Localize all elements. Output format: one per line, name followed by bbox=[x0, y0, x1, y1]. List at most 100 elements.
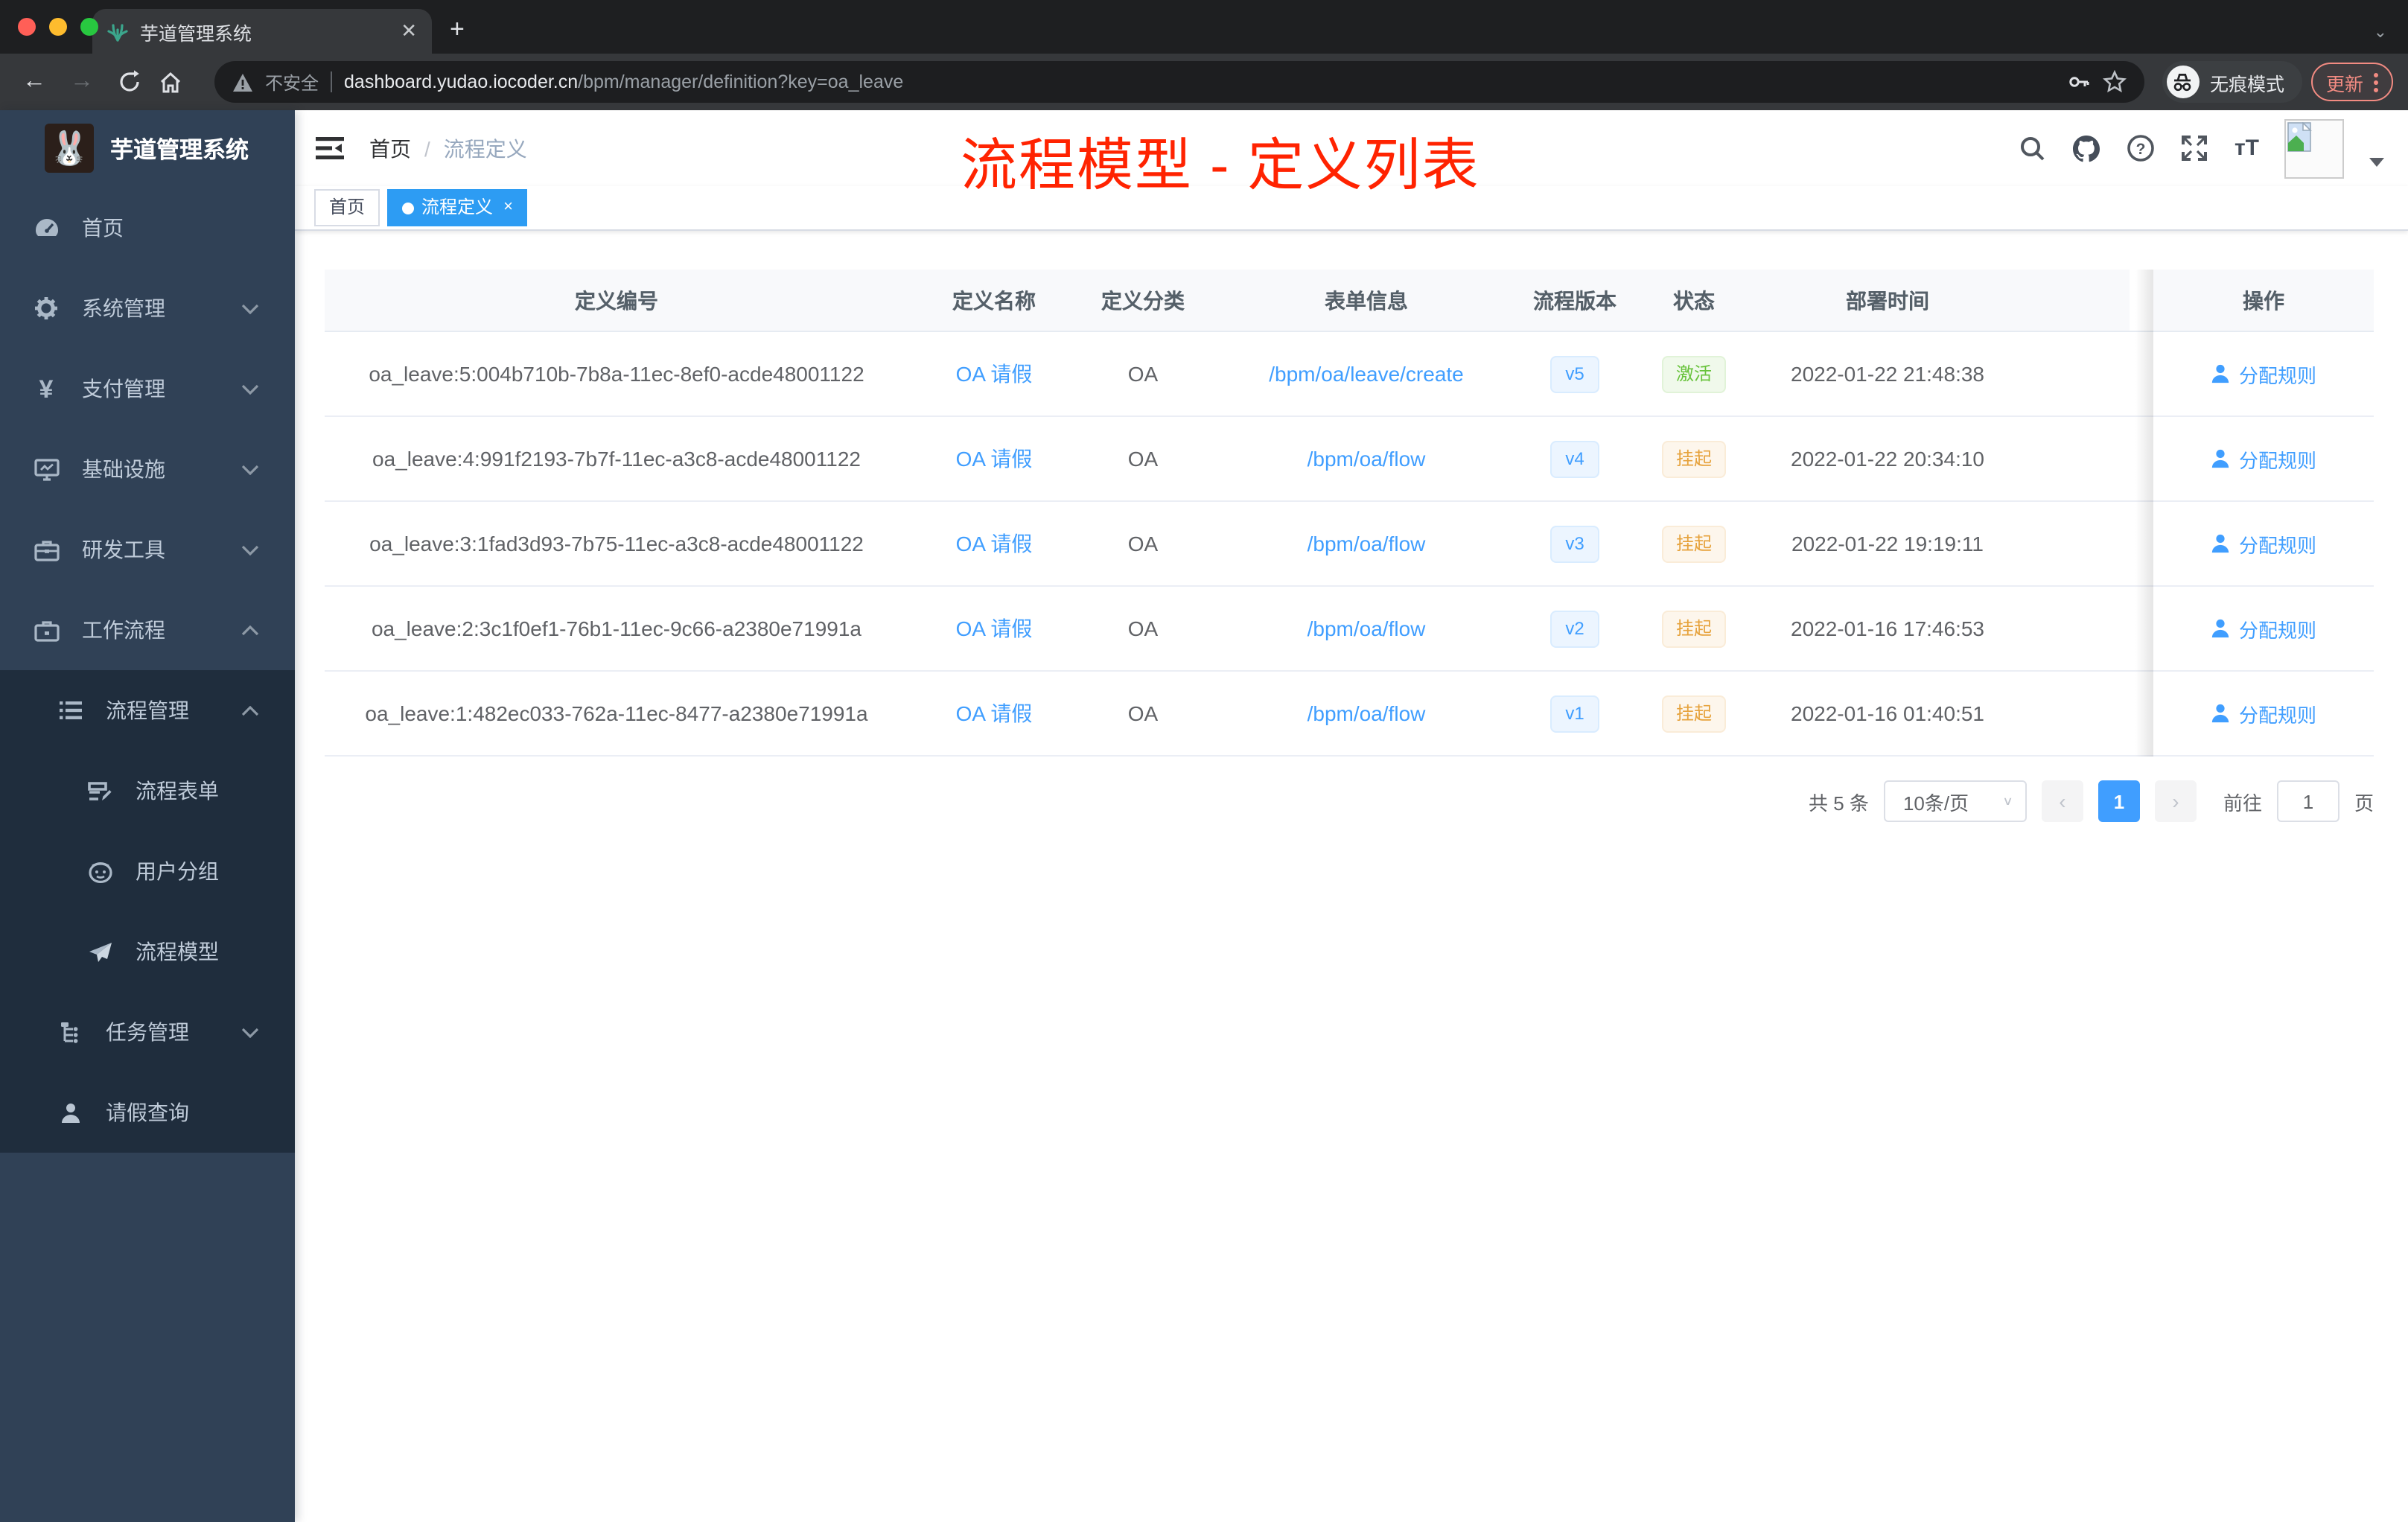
form-info-link[interactable]: /bpm/oa/flow bbox=[1307, 447, 1426, 471]
table-row: oa_leave:4:991f2193-7b7f-11ec-a3c8-acde4… bbox=[325, 417, 2374, 502]
yen-icon: ¥ bbox=[39, 375, 54, 403]
search-icon[interactable] bbox=[2020, 135, 2047, 162]
form-info-link[interactable]: /bpm/oa/flow bbox=[1307, 617, 1426, 640]
sidebar-item-label: 流程表单 bbox=[136, 779, 219, 803]
column-header-操作: 操作 bbox=[2153, 270, 2374, 332]
tab-title: 芋道管理系统 bbox=[140, 23, 252, 44]
incognito-label: 无痕模式 bbox=[2209, 74, 2284, 95]
assign-user-icon bbox=[2211, 448, 2232, 469]
robot-icon bbox=[86, 860, 113, 882]
browser-toolbar: ← → 不安全 dashboard.yudao.iocoder.cn/bpm/m… bbox=[0, 54, 2408, 110]
sidebar-item-label: 支付管理 bbox=[82, 377, 165, 401]
url-bar[interactable]: 不安全 dashboard.yudao.iocoder.cn/bpm/manag… bbox=[214, 61, 2144, 103]
minimize-window-button[interactable] bbox=[49, 18, 67, 36]
form-info-link[interactable]: /bpm/oa/flow bbox=[1307, 701, 1426, 725]
chevron-down-icon bbox=[241, 383, 259, 394]
sidebar-item-支付管理[interactable]: ¥ 支付管理 bbox=[0, 348, 295, 429]
breadcrumb: 首页 / 流程定义 bbox=[369, 133, 527, 163]
cell-category: OA bbox=[1127, 447, 1159, 471]
hamburger-icon[interactable] bbox=[316, 136, 344, 161]
assign-rule-link[interactable]: 分配规则 bbox=[2239, 699, 2316, 727]
assign-rule-link[interactable]: 分配规则 bbox=[2239, 614, 2316, 643]
sidebar-item-研发工具[interactable]: 研发工具 bbox=[0, 509, 295, 590]
cell-category: OA bbox=[1127, 617, 1159, 640]
definition-name-link[interactable]: OA 请假 bbox=[956, 444, 1033, 474]
gear-icon bbox=[33, 296, 60, 320]
page-size-select[interactable]: 10条/页 ∨ bbox=[1883, 780, 2027, 822]
forward-button[interactable]: → bbox=[63, 69, 101, 95]
tag-close-icon[interactable]: × bbox=[503, 191, 513, 225]
home-button[interactable] bbox=[158, 69, 197, 95]
sidebar-item-系统管理[interactable]: 系统管理 bbox=[0, 268, 295, 348]
definition-name-link[interactable]: OA 请假 bbox=[956, 529, 1033, 558]
bookmark-star-icon[interactable] bbox=[2102, 70, 2127, 94]
sidebar-item-流程模型[interactable]: 流程模型 bbox=[0, 911, 295, 992]
tag-home[interactable]: 首页 bbox=[314, 189, 380, 226]
assign-rule-link[interactable]: 分配规则 bbox=[2239, 360, 2316, 388]
version-tag: v3 bbox=[1550, 525, 1599, 562]
app-title: 芋道管理系统 bbox=[110, 138, 249, 163]
definition-name-link[interactable]: OA 请假 bbox=[956, 614, 1033, 643]
assign-rule-link[interactable]: 分配规则 bbox=[2239, 529, 2316, 558]
chevron-down-icon bbox=[241, 544, 259, 555]
url-text[interactable]: dashboard.yudao.iocoder.cn/bpm/manager/d… bbox=[344, 71, 2055, 92]
reload-button[interactable] bbox=[110, 70, 149, 94]
prev-page-button[interactable]: ‹ bbox=[2041, 780, 2083, 822]
sidebar-item-流程管理[interactable]: 流程管理 bbox=[0, 670, 295, 751]
sidebar-logo[interactable]: 🐰 芋道管理系统 bbox=[0, 110, 295, 186]
list-icon bbox=[57, 700, 83, 721]
key-icon[interactable] bbox=[2067, 70, 2091, 94]
tab-close-icon[interactable]: ✕ bbox=[401, 19, 417, 43]
tab-search-chevron-icon[interactable]: ⌄ bbox=[2374, 22, 2387, 42]
logo-avatar: 🐰 bbox=[45, 124, 94, 173]
form-info-link[interactable]: /bpm/oa/flow bbox=[1307, 532, 1426, 555]
back-button[interactable]: ← bbox=[15, 69, 54, 95]
security-label[interactable]: 不安全 bbox=[265, 69, 319, 95]
favicon-plant-icon bbox=[107, 21, 128, 42]
app-navbar: 首页 / 流程定义 流程模型 - 定义列表 ? ᴛT bbox=[295, 110, 2408, 198]
monitor-icon bbox=[33, 458, 60, 480]
avatar[interactable] bbox=[2284, 118, 2344, 178]
sidebar-item-用户分组[interactable]: 用户分组 bbox=[0, 831, 295, 911]
assign-user-icon bbox=[2211, 363, 2232, 384]
new-tab-button[interactable]: + bbox=[450, 15, 465, 45]
table-row: oa_leave:1:482ec033-762a-11ec-8477-a2380… bbox=[325, 672, 2374, 757]
assign-rule-link[interactable]: 分配规则 bbox=[2239, 445, 2316, 473]
avatar-dropdown-caret-icon[interactable] bbox=[2369, 157, 2384, 166]
github-icon[interactable] bbox=[2072, 133, 2102, 163]
column-header-表单信息: 表单信息 bbox=[1206, 270, 1526, 332]
sidebar-item-流程表单[interactable]: 流程表单 bbox=[0, 751, 295, 831]
cell-deploy-time: 2022-01-22 19:19:11 bbox=[1791, 532, 1984, 555]
next-page-button[interactable]: › bbox=[2154, 780, 2197, 822]
maximize-window-button[interactable] bbox=[80, 18, 98, 36]
sidebar-item-任务管理[interactable]: 任务管理 bbox=[0, 992, 295, 1072]
definition-name-link[interactable]: OA 请假 bbox=[956, 698, 1033, 728]
form-icon bbox=[86, 780, 113, 802]
kebab-menu-icon[interactable] bbox=[2374, 72, 2378, 92]
incognito-badge: 无痕模式 bbox=[2162, 61, 2302, 103]
definition-table: 定义编号 定义名称 定义分类 表单信息 流程版本 状态 部署时间 操作 oa_leave:5:… bbox=[325, 270, 2374, 757]
sidebar-item-首页[interactable]: 首页 bbox=[0, 188, 295, 268]
form-info-link[interactable]: /bpm/oa/leave/create bbox=[1269, 362, 1464, 386]
sidebar-item-工作流程[interactable]: 工作流程 bbox=[0, 590, 295, 670]
warning-triangle-icon[interactable] bbox=[232, 72, 253, 92]
cell-deploy-time: 2022-01-16 17:46:53 bbox=[1791, 617, 1984, 640]
fullscreen-icon[interactable] bbox=[2181, 134, 2209, 162]
table-gutter bbox=[2010, 270, 2153, 332]
browser-tab[interactable]: 芋道管理系统 ✕ bbox=[92, 9, 432, 54]
breadcrumb-home[interactable]: 首页 bbox=[369, 133, 411, 163]
definition-name-link[interactable]: OA 请假 bbox=[956, 359, 1033, 389]
sidebar-item-请假查询[interactable]: 请假查询 bbox=[0, 1072, 295, 1153]
sidebar: 🐰 芋道管理系统 首页 系统管理 ¥ 支付管理基础设施 研发工具 工作流程 流程管理流程表单… bbox=[0, 110, 295, 1522]
status-badge: 挂起 bbox=[1662, 695, 1725, 732]
sidebar-item-基础设施[interactable]: 基础设施 bbox=[0, 429, 295, 509]
close-window-button[interactable] bbox=[18, 18, 36, 36]
help-icon[interactable]: ? bbox=[2127, 134, 2156, 162]
font-size-icon[interactable]: ᴛT bbox=[2235, 136, 2259, 161]
tag-active-definition[interactable]: 流程定义 × bbox=[387, 189, 528, 226]
current-page-button[interactable]: 1 bbox=[2098, 780, 2140, 822]
goto-page-input[interactable] bbox=[2276, 780, 2339, 822]
chevron-down-icon: ∨ bbox=[2002, 795, 2013, 808]
update-label: 更新 bbox=[2325, 74, 2363, 95]
update-menu-button[interactable]: 更新 bbox=[2310, 63, 2393, 101]
